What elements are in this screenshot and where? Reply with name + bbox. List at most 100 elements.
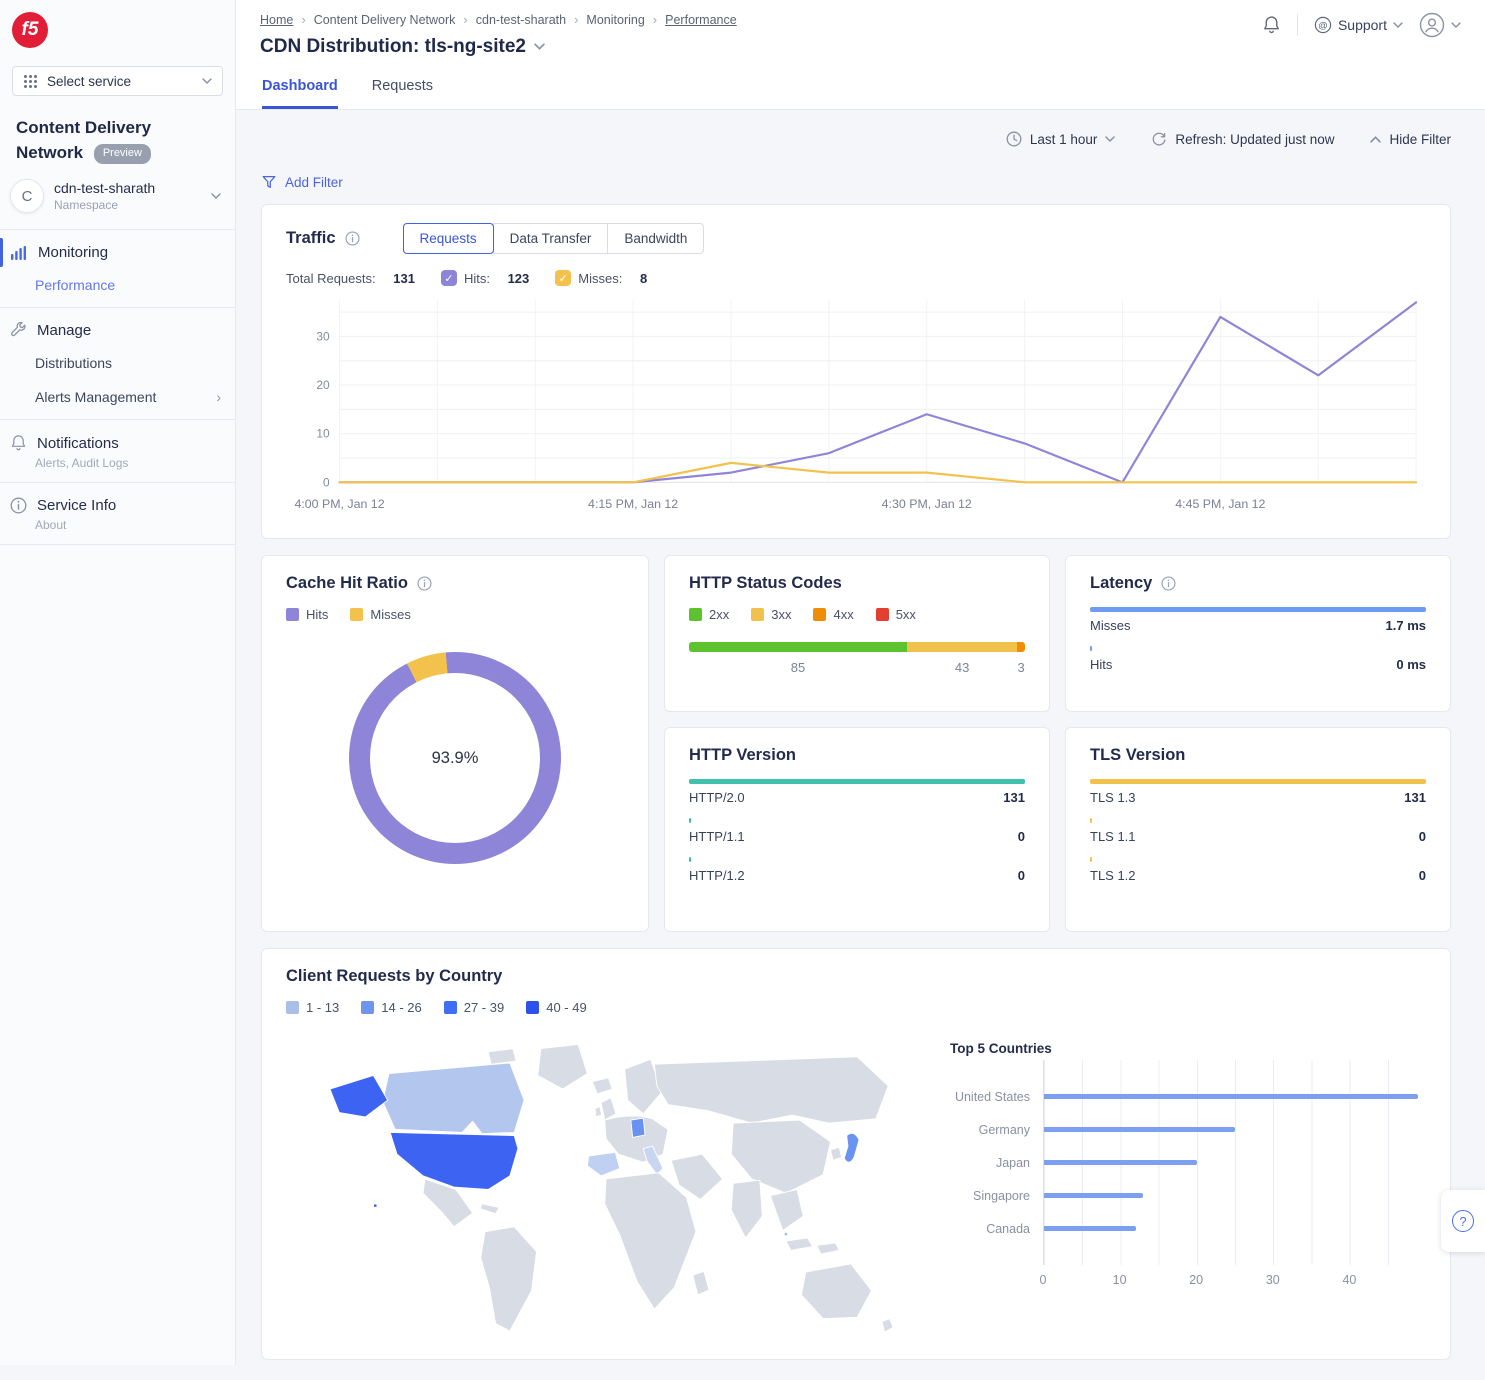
spacer-track (1043, 1060, 1426, 1080)
metric-meta: TLS 1.3131 (1090, 790, 1426, 805)
breadcrumb-separator: › (463, 12, 467, 27)
latency-card: Latency Misses1.7 msHits0 ms (1065, 555, 1451, 712)
metric-meta: TLS 1.10 (1090, 829, 1426, 844)
help-button[interactable]: ? (1441, 1190, 1485, 1252)
sidebar-item-performance[interactable]: Performance (0, 273, 235, 307)
namespace-avatar: C (10, 179, 44, 213)
breadcrumb-namespace[interactable]: cdn-test-sharath (476, 13, 566, 27)
legend-item: Misses (350, 607, 410, 622)
country-track (1043, 1179, 1426, 1212)
country-label: Singapore (948, 1189, 1043, 1203)
svg-text:0: 0 (323, 475, 330, 489)
tls-version-bar-list: TLS 1.3131TLS 1.10TLS 1.20 (1090, 779, 1426, 883)
status-segment-4xx (1017, 642, 1025, 652)
legend-item: 5xx (876, 607, 916, 622)
total-requests-stat: Total Requests: 131 (286, 271, 415, 286)
support-label: Support (1338, 17, 1387, 33)
traffic-view-bandwidth[interactable]: Bandwidth (607, 223, 704, 254)
metric-row: Hits0 ms (1090, 646, 1426, 672)
refresh-button[interactable]: Refresh: Updated just now (1151, 131, 1334, 147)
http-version-card-title: HTTP Version (689, 746, 1025, 765)
traffic-view-toggle: Requests Data Transfer Bandwidth (404, 223, 705, 254)
sidebar-item-distributions[interactable]: Distributions (0, 351, 235, 385)
support-menu[interactable]: @ Support (1314, 16, 1403, 34)
misses-checkbox[interactable]: ✓ (555, 270, 571, 286)
top-country-row: Canada (948, 1212, 1426, 1245)
bar-chart-icon (10, 245, 28, 261)
page-header: Home › Content Delivery Network › cdn-te… (236, 0, 1485, 110)
bell-icon (10, 434, 27, 452)
metric-row: TLS 1.10 (1090, 818, 1426, 844)
legend-item: 14 - 26 (361, 1000, 421, 1015)
info-icon[interactable] (1161, 576, 1176, 591)
country-card-title: Client Requests by Country (286, 967, 1426, 986)
namespace-type: Namespace (54, 198, 155, 212)
hide-filter-button[interactable]: Hide Filter (1370, 132, 1451, 147)
chevron-down-icon (1393, 22, 1403, 29)
namespace-name: cdn-test-sharath (54, 180, 155, 196)
status-stacked-bar (689, 642, 1025, 652)
sidebar-item-monitoring[interactable]: Monitoring (0, 230, 235, 273)
axis-tick: 0 (1040, 1273, 1047, 1287)
bell-icon[interactable] (1262, 15, 1281, 35)
hits-checkbox[interactable]: ✓ (441, 270, 457, 286)
sidebar-item-label: Notifications (37, 435, 119, 452)
country-bar (1044, 1127, 1235, 1132)
status-card-title: HTTP Status Codes (689, 574, 1025, 593)
sidebar-item-alerts-management[interactable]: Alerts Management › (0, 385, 235, 419)
product-title: Content Delivery Network Preview (0, 96, 235, 165)
traffic-view-requests[interactable]: Requests (403, 223, 494, 254)
namespace-selector[interactable]: C cdn-test-sharath Namespace (0, 165, 235, 229)
sidebar-item-service-info[interactable]: Service Info (0, 483, 235, 526)
chevron-down-icon[interactable] (534, 43, 545, 51)
legend-item: 3xx (751, 607, 791, 622)
time-range-selector[interactable]: Last 1 hour (1006, 131, 1116, 147)
top-countries-title: Top 5 Countries (950, 1041, 1426, 1056)
metric-bar (1090, 607, 1426, 612)
metric-row: Misses1.7 ms (1090, 607, 1426, 633)
world-map-svg (286, 1027, 926, 1357)
metric-meta: HTTP/1.20 (689, 868, 1025, 883)
svg-text:@: @ (1318, 20, 1328, 31)
chevron-right-icon: › (216, 389, 221, 405)
legend-swatch (813, 608, 826, 621)
spacer-track (1043, 1245, 1426, 1265)
top-country-row: Japan (948, 1146, 1426, 1179)
service-selector[interactable]: Select service (12, 66, 223, 96)
cache-hit-percentage: 93.9% (349, 652, 561, 864)
chevron-down-icon (1105, 136, 1115, 143)
sidebar-item-manage[interactable]: Manage (0, 308, 235, 351)
breadcrumb-cdn[interactable]: Content Delivery Network (314, 13, 456, 27)
country-label: Canada (948, 1222, 1043, 1236)
info-icon[interactable] (417, 576, 432, 591)
user-avatar-icon (1419, 12, 1445, 38)
breadcrumb-separator: › (653, 12, 657, 27)
cache-legend: HitsMisses (286, 607, 624, 626)
wrench-icon (10, 322, 27, 339)
metric-bar (1090, 818, 1092, 823)
svg-text:30: 30 (316, 329, 330, 343)
country-label: Germany (948, 1123, 1043, 1137)
chevron-down-icon (211, 193, 221, 200)
info-icon[interactable] (345, 231, 360, 246)
traffic-view-data-transfer[interactable]: Data Transfer (493, 223, 609, 254)
top-countries-chart: Top 5 Countries United States Germany Japa… (934, 1027, 1426, 1362)
page-title: CDN Distribution: tls-ng-site2 (260, 36, 1461, 58)
breadcrumb-performance[interactable]: Performance (665, 13, 737, 27)
tls-version-card-title: TLS Version (1090, 746, 1426, 765)
breadcrumb-separator: › (301, 12, 305, 27)
axis-tick: 20 (1189, 1273, 1203, 1287)
traffic-card: Traffic Requests Data Transfer Bandwidth… (261, 204, 1451, 539)
add-filter-button[interactable]: Add Filter (261, 174, 1451, 190)
sidebar-item-notifications[interactable]: Notifications (0, 420, 235, 464)
country-label: United States (948, 1090, 1043, 1104)
breadcrumb-home[interactable]: Home (260, 13, 293, 27)
legend-swatch (350, 608, 363, 621)
cache-hit-donut-chart: 93.9% (349, 652, 561, 864)
tab-dashboard[interactable]: Dashboard (262, 78, 338, 109)
user-menu[interactable] (1419, 12, 1461, 38)
tab-requests[interactable]: Requests (372, 78, 433, 109)
breadcrumb-monitoring[interactable]: Monitoring (586, 13, 644, 27)
at-circle-icon: @ (1314, 16, 1332, 34)
client-requests-by-country-card: Client Requests by Country 1 - 1314 - 26… (261, 948, 1451, 1360)
